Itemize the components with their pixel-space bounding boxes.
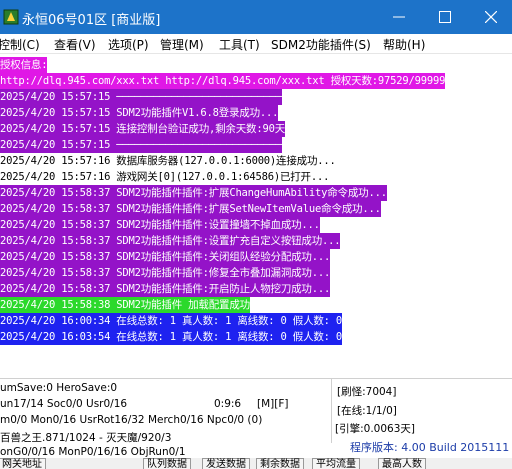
log-line: http://dlq.945.com/xxx.txt http://dlq.94…	[0, 73, 446, 89]
tab-max-players[interactable]: 最高人数	[378, 458, 426, 469]
tab-send-data[interactable]: 发送数据	[202, 458, 250, 469]
log-line: 2025/4/20 15:58:37 SDM2功能插件插件:修复全市叠加漏洞成功…	[0, 265, 331, 281]
menu-manage[interactable]: 管理(M)	[160, 36, 204, 53]
process-status: m0/0 Mon0/16 UsrRot16/32 Merch0/16 Npc0/…	[0, 414, 263, 426]
menu-tools[interactable]: 工具(T)	[219, 36, 260, 53]
log-line: 2025/4/20 16:03:54 在线总数: 1 真人数: 1 离线数: 0…	[0, 329, 343, 345]
boss-status: 百兽之王.871/1024 - 灭天魔/920/3	[0, 432, 172, 444]
online-count: [在线:1/1/0]	[337, 405, 397, 417]
tab-bar: 网关地址 队列数据 发送数据 剩余数据 平均流量 最高人数	[0, 458, 512, 469]
tab-queue-data[interactable]: 队列数据	[143, 458, 191, 469]
maximize-icon	[439, 11, 451, 23]
menu-sdm2-plugin[interactable]: SDM2功能插件(S)	[271, 36, 371, 53]
log-panel[interactable]: 授权信息: http://dlq.945.com/xxx.txt http://…	[0, 55, 512, 378]
tab-average-traffic[interactable]: 平均流量	[312, 458, 360, 469]
minimize-icon	[393, 16, 405, 18]
log-line: 2025/4/20 15:58:37 SDM2功能插件插件:设置撞墙不掉血成功.…	[0, 217, 320, 233]
title-bar: 永恒06号01区 [商业版]	[0, 0, 512, 34]
log-line: 2025/4/20 15:57:16 游戏网关[0](127.0.0.1:645…	[0, 171, 330, 183]
log-line: 授权信息:	[0, 57, 48, 73]
log-line: 2025/4/20 15:58:37 SDM2功能插件插件:关闭组队经验分配成功…	[0, 249, 331, 265]
log-line: 2025/4/20 16:00:34 在线总数: 1 真人数: 1 离线数: 0…	[0, 313, 343, 329]
menu-control[interactable]: 控制(C)	[0, 36, 40, 53]
log-line: 2025/4/20 15:57:16 数据库服务器(127.0.0.1:6000…	[0, 155, 336, 167]
log-line: 2025/4/20 15:58:37 SDM2功能插件插件:扩展ChangeHu…	[0, 185, 387, 201]
log-line: 2025/4/20 15:58:37 SDM2功能插件插件:开启防止人物挖刀成功…	[0, 281, 331, 297]
monitor-status: onG0/0/16 MonP0/16/16 ObjRun0/1	[0, 446, 186, 458]
log-line: 2025/4/20 15:57:15 ─────────────────────…	[0, 89, 282, 105]
engine-uptime: [引擎:0.0063天]	[335, 423, 415, 435]
tab-gateway-address[interactable]: 网关地址	[0, 458, 46, 469]
window-title: 永恒06号01区 [商业版]	[22, 13, 161, 28]
menu-view[interactable]: 查看(V)	[54, 36, 96, 53]
close-icon	[485, 11, 497, 23]
menu-options[interactable]: 选项(P)	[108, 36, 149, 53]
minimize-button[interactable]	[376, 0, 422, 34]
log-line: 2025/4/20 15:57:15 SDM2功能插件V1.6.8登录成功...	[0, 105, 279, 121]
run-time: 0:9:6	[214, 398, 242, 410]
menu-help[interactable]: 帮助(H)	[383, 36, 425, 53]
maximize-button[interactable]	[422, 0, 468, 34]
program-version: 程序版本: 4.00 Build 2015111	[350, 441, 510, 454]
run-status: un17/14 Soc0/0 Usr0/16	[0, 398, 128, 410]
stats-box: [刷怪:7004] [在线:1/1/0] [引擎:0.0063天]	[331, 379, 512, 443]
log-line: 2025/4/20 15:58:37 SDM2功能插件插件:扩展SetNewIt…	[0, 201, 381, 217]
refresh-count: [刷怪:7004]	[337, 386, 397, 398]
close-button[interactable]	[468, 0, 512, 34]
app-icon[interactable]	[3, 9, 19, 25]
log-line: 2025/4/20 15:57:15 连接控制台验证成功,剩余天数:90天	[0, 121, 285, 137]
menu-bar: 控制(C) 查看(V) 选项(P) 管理(M) 工具(T) SDM2功能插件(S…	[0, 34, 512, 54]
save-status: umSave:0 HeroSave:0	[0, 382, 118, 394]
log-line: 2025/4/20 15:58:38 SDM2功能插件 加载配置成功	[0, 297, 250, 313]
log-line: 2025/4/20 15:57:15 ─────────────────────…	[0, 137, 282, 153]
status-area: umSave:0 HeroSave:0 un17/14 Soc0/0 Usr0/…	[0, 378, 512, 458]
mode-flags: [M][F]	[257, 398, 289, 410]
tab-remaining-data[interactable]: 剩余数据	[256, 458, 304, 469]
log-line: 2025/4/20 15:58:37 SDM2功能插件插件:设置扩充自定义按钮成…	[0, 233, 341, 249]
